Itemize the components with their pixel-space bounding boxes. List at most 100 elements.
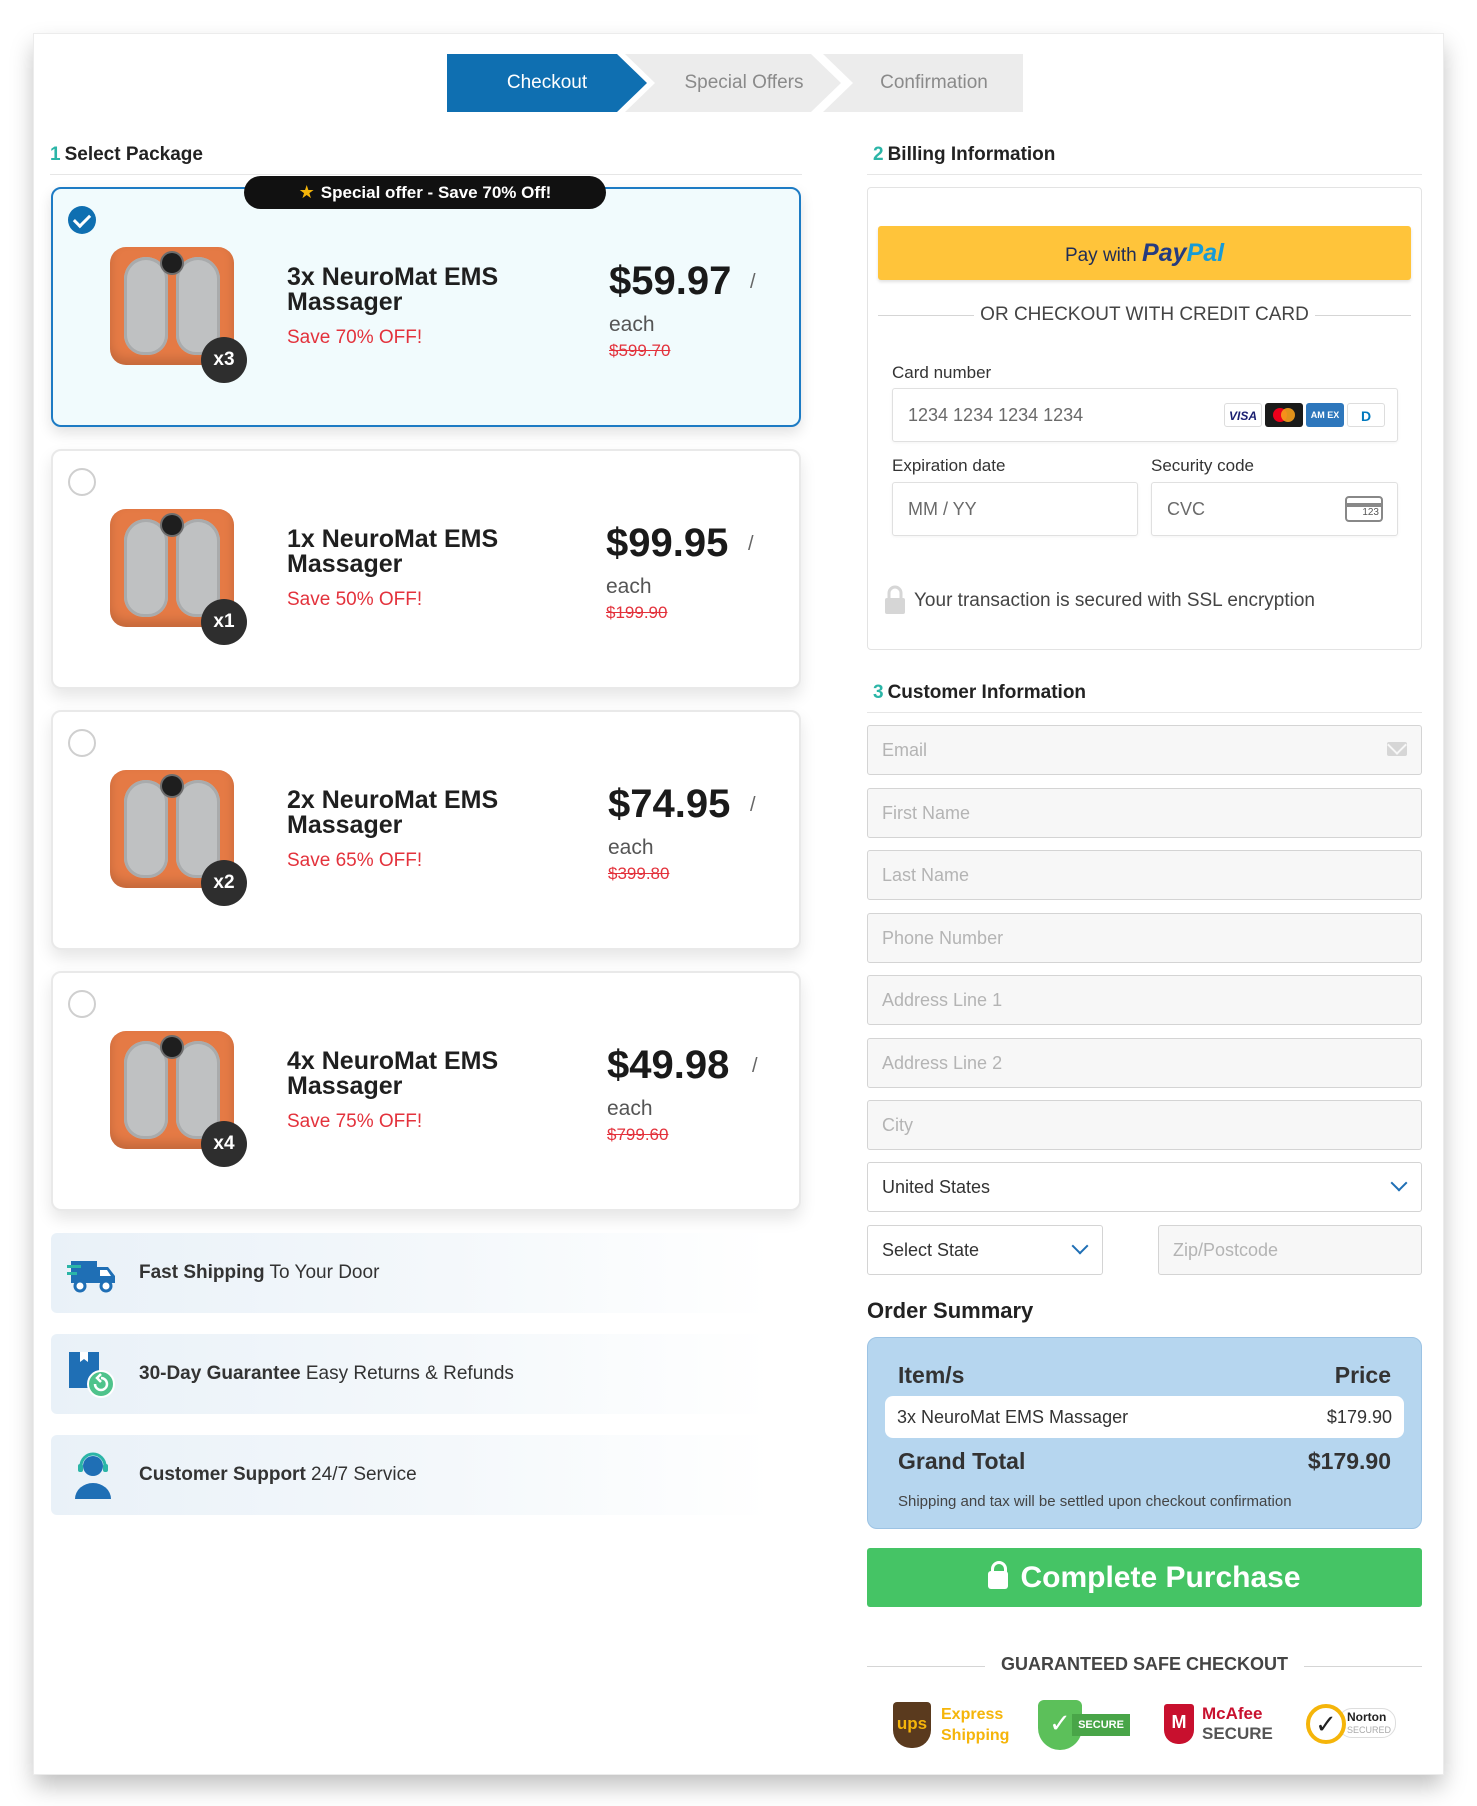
step-checkout[interactable]: Checkout <box>447 54 647 112</box>
first-name-field[interactable]: First Name <box>867 788 1422 838</box>
step-confirmation[interactable]: Confirmation <box>823 54 1023 112</box>
mastercard-icon <box>1265 403 1303 427</box>
expiration-label: Expiration date <box>892 456 1006 475</box>
quantity-badge: x3 <box>201 337 247 383</box>
grand-total-label: Grand Total <box>898 1448 1026 1474</box>
foot-shape <box>124 257 168 355</box>
section-title-text: Customer Information <box>887 682 1087 703</box>
ups-shield-icon: ups <box>893 1702 931 1748</box>
original-price: $199.90 <box>606 603 668 622</box>
mcafee-badge-text: McAfee SECURE <box>1202 1704 1273 1743</box>
line-item-price: $179.90 <box>1326 1407 1392 1427</box>
truck-icon <box>67 1261 115 1293</box>
paypal-prefix: Pay with <box>1064 245 1137 266</box>
package-card-3x[interactable]: x3 3x NeuroMat EMS Massager Save 70% OFF… <box>51 187 801 427</box>
norton-check-icon: ✓ <box>1306 1704 1346 1744</box>
support-agent-icon <box>75 1452 111 1499</box>
ups-badge-text: Express Shipping <box>941 1706 1010 1744</box>
phone-placeholder: Phone Number <box>882 928 1004 948</box>
package-name: 2x NeuroMat EMS Massager <box>287 786 499 839</box>
summary-item-header: Item/s <box>898 1362 965 1388</box>
package-price: $99.95 <box>606 521 729 565</box>
last-name-field[interactable]: Last Name <box>867 850 1422 900</box>
control-knob <box>162 253 182 273</box>
trust-text: Fast Shipping To Your Door <box>139 1262 379 1284</box>
package-radio-checked[interactable] <box>68 206 96 234</box>
or-divider: OR CHECKOUT WITH CREDIT CARD <box>878 304 1411 328</box>
price-unit: each <box>607 1097 653 1120</box>
line-item-name: 3x NeuroMat EMS Massager <box>897 1407 1129 1427</box>
price-slash: / <box>750 271 756 293</box>
package-savings: Save 65% OFF! <box>287 850 423 871</box>
cvc-card-icon: 123 <box>1345 496 1383 522</box>
trust-title: Customer Support <box>139 1464 306 1485</box>
guaranteed-checkout-divider: GUARANTEED SAFE CHECKOUT <box>867 1654 1422 1678</box>
lock-icon <box>988 1561 1009 1589</box>
trust-fast-shipping: Fast Shipping To Your Door <box>51 1233 771 1313</box>
package-savings: Save 70% OFF! <box>287 327 423 348</box>
city-field[interactable]: City <box>867 1100 1422 1150</box>
grand-total-value: $179.90 <box>1307 1448 1391 1474</box>
control-knob <box>162 1037 182 1057</box>
package-savings: Save 75% OFF! <box>287 1111 423 1132</box>
control-knob <box>162 776 182 796</box>
package-price: $74.95 <box>608 782 731 826</box>
foot-shape <box>124 1041 168 1139</box>
city-placeholder: City <box>882 1115 913 1135</box>
state-select[interactable]: Select State <box>867 1225 1103 1275</box>
expiration-input[interactable]: MM / YY <box>892 482 1138 536</box>
security-code-label: Security code <box>1151 456 1254 475</box>
price-unit: each <box>609 313 655 336</box>
package-radio[interactable] <box>68 468 96 496</box>
zip-field[interactable]: Zip/Postcode <box>1158 1225 1422 1275</box>
secure-badge: ✓ SECURE <box>1038 1696 1138 1754</box>
mcafee-secure-badge: McAfeeSECURE <box>1164 1696 1274 1754</box>
complete-purchase-label: Complete Purchase <box>1020 1561 1301 1594</box>
control-knob <box>162 515 182 535</box>
lock-icon <box>885 585 905 614</box>
summary-price-header: Price <box>1334 1362 1391 1388</box>
guarantee-box-icon <box>69 1352 115 1398</box>
trust-subtitle: Easy Returns & Refunds <box>300 1363 514 1384</box>
step-special-offers[interactable]: Special Offers <box>625 54 841 112</box>
first-name-placeholder: First Name <box>882 803 971 823</box>
quantity-badge: x1 <box>201 599 247 645</box>
trust-subtitle: 24/7 Service <box>305 1464 417 1485</box>
package-name: 4x NeuroMat EMS Massager <box>287 1047 499 1100</box>
email-placeholder: Email <box>882 740 928 760</box>
card-number-placeholder: 1234 1234 1234 1234 <box>908 405 1084 425</box>
price-slash: / <box>752 1055 758 1077</box>
package-price: $49.98 <box>607 1043 730 1087</box>
paypal-button[interactable]: Pay with PayPal <box>878 226 1411 280</box>
original-price: $599.70 <box>609 341 671 360</box>
price-slash: / <box>748 533 754 555</box>
divider <box>50 174 802 175</box>
trust-text: Customer Support 24/7 Service <box>139 1464 417 1486</box>
card-brand-logos: VISA AM EX D <box>1221 403 1385 427</box>
card-number-label: Card number <box>892 363 992 382</box>
security-code-placeholder: CVC <box>1167 499 1206 519</box>
foot-shape <box>124 519 168 617</box>
email-field[interactable]: Email <box>867 725 1422 775</box>
zip-placeholder: Zip/Postcode <box>1173 1240 1279 1260</box>
diners-club-icon: D <box>1347 403 1385 427</box>
phone-field[interactable]: Phone Number <box>867 913 1422 963</box>
complete-purchase-button[interactable]: Complete Purchase <box>867 1548 1422 1607</box>
original-price: $799.60 <box>607 1125 669 1144</box>
security-code-input[interactable]: CVC 123 <box>1151 482 1398 536</box>
package-card-4x[interactable]: x4 4x NeuroMat EMS Massager Save 75% OFF… <box>51 971 801 1211</box>
package-card-1x[interactable]: x1 1x NeuroMat EMS Massager Save 50% OFF… <box>51 449 801 689</box>
address-line-2-field[interactable]: Address Line 2 <box>867 1038 1422 1088</box>
package-radio[interactable] <box>68 990 96 1018</box>
section-number: 1 <box>50 144 61 165</box>
mail-icon <box>1387 742 1407 756</box>
country-select[interactable]: United States <box>867 1162 1422 1212</box>
address-line-1-field[interactable]: Address Line 1 <box>867 975 1422 1025</box>
package-card-2x[interactable]: x2 2x NeuroMat EMS Massager Save 65% OFF… <box>51 710 801 950</box>
card-number-input[interactable]: 1234 1234 1234 1234 VISA AM EX D <box>892 388 1398 442</box>
paypal-logo-icon: PayPal <box>1142 239 1225 267</box>
package-radio[interactable] <box>68 729 96 757</box>
special-offer-badge: ★ Special offer - Save 70% Off! <box>244 176 606 209</box>
trust-guarantee: 30-Day Guarantee Easy Returns & Refunds <box>51 1334 771 1414</box>
billing-panel: Pay with PayPal OR CHECKOUT WITH CREDIT … <box>867 187 1422 650</box>
